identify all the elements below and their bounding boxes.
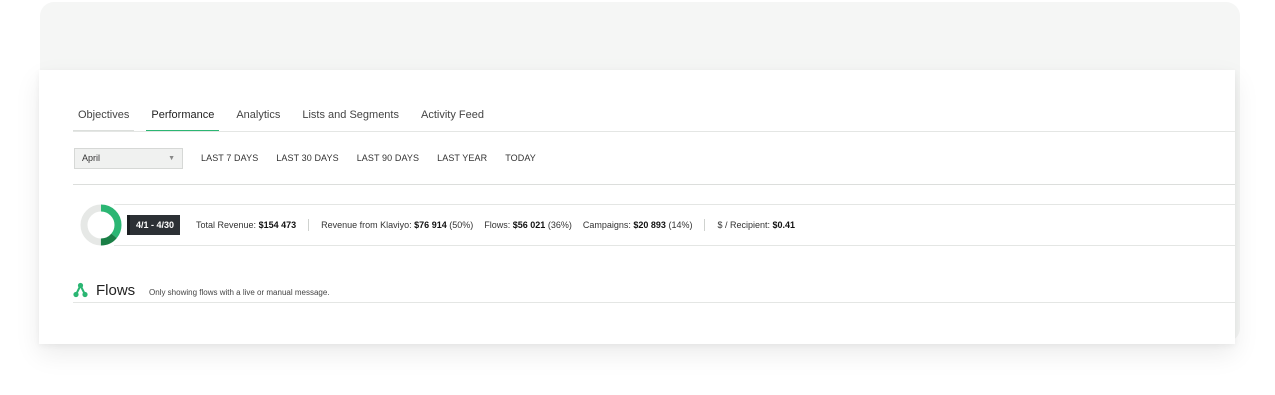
revenue-donut-chart xyxy=(80,204,122,246)
period-select[interactable]: April ▼ xyxy=(74,147,183,169)
stat-klaviyo-revenue-label: Revenue from Klaviyo: xyxy=(321,220,412,230)
stat-klaviyo-revenue: Revenue from Klaviyo: $76 914 (50%) xyxy=(321,220,473,230)
revenue-stats: Total Revenue: $154 473 Revenue from Kla… xyxy=(196,219,795,231)
stat-total-revenue-value: $154 473 xyxy=(258,220,297,230)
stat-campaigns-pct: (14%) xyxy=(668,220,693,230)
stat-flows-value: $56 021 xyxy=(512,220,546,230)
tab-performance[interactable]: Performance xyxy=(146,70,220,132)
range-today-button[interactable]: TODAY xyxy=(505,153,536,163)
stat-klaviyo-revenue-pct: (50%) xyxy=(449,220,474,230)
stats-row-bottom-border xyxy=(114,245,1235,246)
tabs-divider xyxy=(73,131,1235,132)
stat-campaigns: Campaigns: $20 893 (14%) xyxy=(583,220,693,230)
tab-lists-and-segments[interactable]: Lists and Segments xyxy=(297,70,404,132)
range-last-90-days-button[interactable]: LAST 90 DAYS xyxy=(357,153,419,163)
dashboard-panel: Objectives Performance Analytics Lists a… xyxy=(39,70,1235,344)
stat-separator xyxy=(704,219,706,231)
flows-section-title: Flows xyxy=(96,282,136,299)
stat-flows: Flows: $56 021 (36%) xyxy=(484,220,572,230)
date-filter-bar: April ▼ LAST 7 DAYS LAST 30 DAYS LAST 90… xyxy=(74,147,545,169)
chevron-down-icon: ▼ xyxy=(168,154,175,162)
date-range-badge: 4/1 - 4/30 xyxy=(127,215,181,235)
period-select-value: April xyxy=(82,153,101,163)
flows-divider xyxy=(73,302,1235,303)
stats-row-top-border xyxy=(114,204,1235,205)
stat-campaigns-value: $20 893 xyxy=(633,220,666,230)
tab-activity-feed[interactable]: Activity Feed xyxy=(416,70,489,132)
stat-total-revenue: Total Revenue: $154 473 xyxy=(196,220,296,230)
stat-per-recipient-value: $0.41 xyxy=(772,220,796,230)
filter-divider xyxy=(73,184,1235,185)
stat-total-revenue-label: Total Revenue: xyxy=(196,220,257,230)
stat-flows-label: Flows: xyxy=(484,220,511,230)
flows-icon xyxy=(73,282,88,298)
tab-bar: Objectives Performance Analytics Lists a… xyxy=(73,70,501,132)
range-last-year-button[interactable]: LAST YEAR xyxy=(437,153,487,163)
stat-campaigns-label: Campaigns: xyxy=(582,220,631,230)
range-last-30-days-button[interactable]: LAST 30 DAYS xyxy=(276,153,338,163)
stat-separator xyxy=(308,219,310,231)
stat-flows-pct: (36%) xyxy=(547,220,572,230)
range-last-7-days-button[interactable]: LAST 7 DAYS xyxy=(201,153,258,163)
tab-analytics[interactable]: Analytics xyxy=(231,70,285,132)
stat-per-recipient-label: $ / Recipient: xyxy=(717,220,771,230)
stat-klaviyo-revenue-value: $76 914 xyxy=(414,220,447,230)
stat-per-recipient: $ / Recipient: $0.41 xyxy=(717,220,795,230)
flows-section-note: Only showing flows with a live or manual… xyxy=(149,288,330,297)
tab-objectives[interactable]: Objectives xyxy=(73,70,135,132)
